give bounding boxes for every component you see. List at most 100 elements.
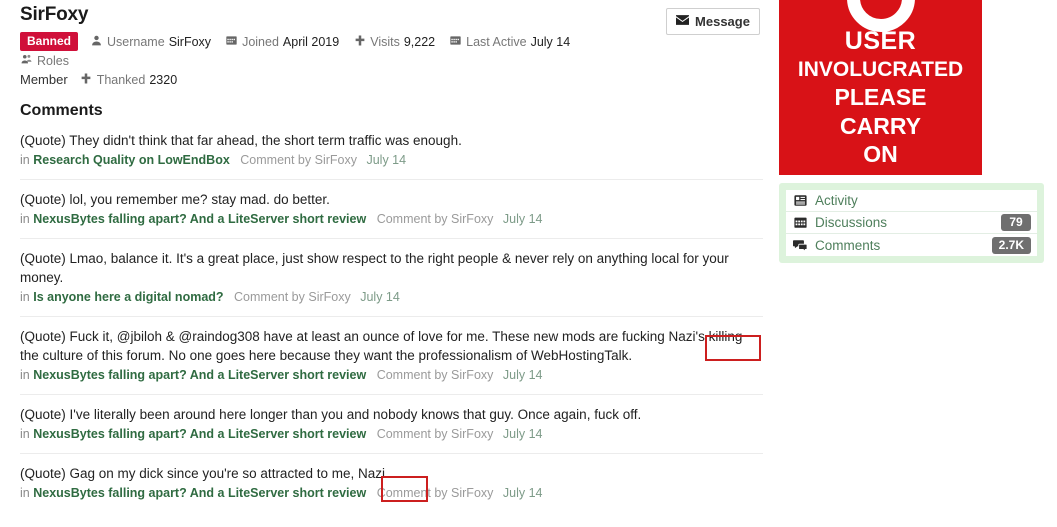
comment-author: Comment by SirFoxy (377, 486, 494, 500)
in-label: in (20, 486, 30, 500)
comment-author-name[interactable]: SirFoxy (308, 290, 350, 304)
comment-topic-link[interactable]: NexusBytes falling apart? And a LiteServ… (33, 212, 366, 226)
comment-topic-link[interactable]: NexusBytes falling apart? And a LiteServ… (33, 368, 366, 382)
sidebar-item-label: Discussions (815, 215, 888, 230)
plus-icon (80, 73, 93, 87)
sidebar-item-comments[interactable]: Comments 2.7K (786, 234, 1037, 256)
promo-banner-text: USER INVOLUCRATED PLEASE CARRY ON (779, 26, 982, 169)
comment-meta: in NexusBytes falling apart? And a LiteS… (20, 426, 763, 443)
comment-author: Comment by SirFoxy (234, 290, 351, 304)
comment-topic-link[interactable]: NexusBytes falling apart? And a LiteServ… (33, 486, 366, 500)
by-prefix: Comment by (376, 486, 448, 500)
comment-item: (Quote) They didn't think that far ahead… (20, 131, 763, 180)
in-label: in (20, 290, 30, 304)
plus-icon (353, 35, 366, 49)
comment-author: Comment by SirFoxy (377, 427, 494, 441)
promo-line-5: ON (863, 141, 898, 168)
promo-line-4: CARRY (840, 112, 921, 139)
comment-topic-link[interactable]: NexusBytes falling apart? And a LiteServ… (33, 427, 366, 441)
meta-thanked-label: Thanked (96, 72, 146, 87)
comment-date[interactable]: July 14 (366, 153, 406, 167)
comment-meta: in NexusBytes falling apart? And a LiteS… (20, 485, 763, 502)
profile-nav-list: Activity Discussions 79 Comments 2.7K (786, 190, 1037, 256)
meta-roles: Roles (20, 54, 69, 68)
meta-visits-value: 9,222 (403, 34, 436, 49)
comment-author-name[interactable]: SirFoxy (451, 486, 493, 500)
meta-joined: Joined April 2019 (225, 35, 339, 49)
meta-username-value: SirFoxy (168, 34, 212, 49)
meta-last-active: Last Active July 14 (449, 35, 570, 49)
discussions-count-badge: 79 (1001, 214, 1031, 231)
meta-joined-value: April 2019 (282, 34, 340, 49)
comment-body: (Quote) Lmao, balance it. It's a great p… (20, 251, 729, 285)
promo-banner[interactable]: USER INVOLUCRATED PLEASE CARRY ON (779, 0, 982, 175)
sidebar-item-discussions[interactable]: Discussions 79 (786, 212, 1037, 234)
calendar-icon (225, 35, 238, 49)
comment-meta: in NexusBytes falling apart? And a LiteS… (20, 367, 763, 384)
envelope-icon (676, 15, 690, 28)
meta-username-label: Username (107, 34, 165, 49)
profile-meta-row-2: Member Thanked 2320 (20, 72, 640, 87)
by-prefix: Comment by (234, 290, 305, 304)
profile-meta-row: Banned Username SirFoxy Joined April 201… (20, 32, 640, 68)
calendar-icon (449, 35, 462, 49)
comment-item: (Quote) Fuck it, @jbiloh & @raindog308 h… (20, 327, 763, 395)
calendar-icon (792, 216, 808, 229)
promo-line-2: INVOLUCRATED (797, 58, 964, 81)
meta-joined-label: Joined (242, 34, 279, 49)
status-badge: Banned (20, 32, 79, 51)
comments-heading: Comments (20, 102, 103, 119)
promo-line-3: PLEASE (834, 84, 927, 111)
comment-author-name[interactable]: SirFoxy (451, 212, 493, 226)
comment-author: Comment by SirFoxy (377, 212, 494, 226)
meta-thanked: Thanked 2320 (80, 73, 177, 87)
in-label: in (20, 153, 30, 167)
comment-body: (Quote) lol, you remember me? stay mad. … (20, 192, 330, 207)
meta-roles-label: Roles (37, 54, 69, 68)
meta-visits-label: Visits (370, 34, 400, 49)
comment-body: (Quote) They didn't think that far ahead… (20, 133, 462, 148)
in-label: in (20, 427, 30, 441)
message-button-label: Message (695, 14, 750, 29)
page-title: SirFoxy (20, 4, 89, 25)
profile-header: SirFoxy Banned Username SirFoxy Joined A… (20, 0, 765, 87)
by-prefix: Comment by (376, 427, 448, 441)
comment-date[interactable]: July 14 (503, 368, 543, 382)
comments-list: (Quote) They didn't think that far ahead… (20, 131, 763, 522)
message-button[interactable]: Message (666, 8, 760, 35)
meta-last-active-label: Last Active (466, 34, 527, 49)
comment-date[interactable]: July 14 (503, 486, 543, 500)
comment-author-name[interactable]: SirFoxy (315, 153, 357, 167)
comment-author-name[interactable]: SirFoxy (451, 427, 493, 441)
comment-body: (Quote) Fuck it, @jbiloh & @raindog308 h… (20, 329, 743, 363)
meta-thanked-value: 2320 (149, 72, 178, 87)
comments-count-badge: 2.7K (991, 236, 1031, 254)
in-label: in (20, 212, 30, 226)
comment-topic-link[interactable]: Is anyone here a digital nomad? (33, 290, 223, 304)
sidebar-item-activity[interactable]: Activity (786, 190, 1037, 212)
comment-author: Comment by SirFoxy (377, 368, 494, 382)
rank-label: Member (20, 72, 68, 87)
comment-item: (Quote) lol, you remember me? stay mad. … (20, 190, 763, 239)
comments-icon (792, 239, 808, 252)
profile-page: SirFoxy Banned Username SirFoxy Joined A… (0, 0, 1057, 527)
sidebar-item-label: Comments (815, 237, 881, 253)
comment-item: (Quote) Gag on my dick since you're so a… (20, 464, 763, 512)
by-prefix: Comment by (240, 153, 312, 167)
comment-meta: in NexusBytes falling apart? And a LiteS… (20, 211, 763, 228)
meta-visits: Visits 9,222 (353, 35, 435, 49)
profile-nav-panel: Activity Discussions 79 Comments 2.7K (779, 183, 1044, 263)
by-prefix: Comment by (376, 368, 448, 382)
promo-line-1: USER (844, 27, 917, 55)
comment-date[interactable]: July 14 (503, 212, 543, 226)
comment-date[interactable]: July 14 (503, 427, 543, 441)
comment-topic-link[interactable]: Research Quality on LowEndBox (33, 153, 230, 167)
comment-meta: in Is anyone here a digital nomad? Comme… (20, 289, 763, 306)
comment-date[interactable]: July 14 (360, 290, 400, 304)
user-icon (90, 35, 103, 49)
list-icon (792, 194, 808, 207)
meta-last-active-value: July 14 (530, 34, 571, 49)
comment-author-name[interactable]: SirFoxy (451, 368, 493, 382)
meta-username: Username SirFoxy (90, 35, 211, 49)
roles-icon (20, 54, 33, 68)
